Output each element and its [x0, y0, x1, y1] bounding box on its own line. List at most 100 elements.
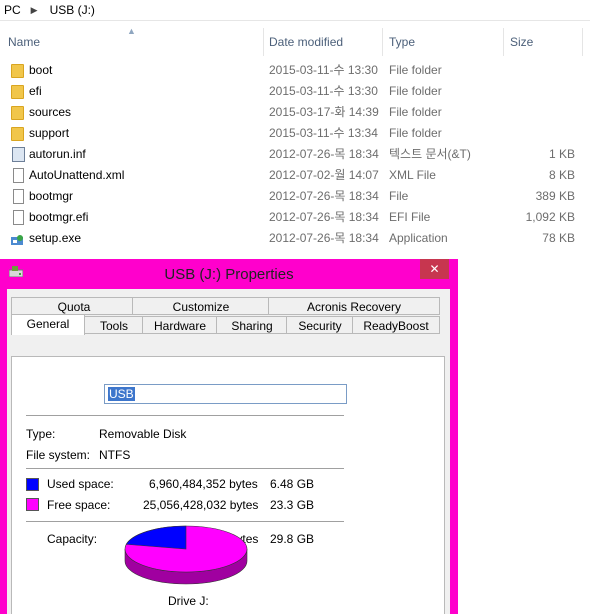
- file-type: Application: [389, 231, 448, 245]
- file-type: File folder: [389, 84, 442, 98]
- tab-acronis-recovery[interactable]: Acronis Recovery: [268, 297, 440, 315]
- breadcrumb-usb[interactable]: USB (J:): [50, 3, 95, 17]
- file-date-modified: 2012-07-02-월 14:07: [269, 168, 379, 182]
- used-space-swatch: [26, 478, 39, 491]
- folder-icon: [11, 127, 24, 141]
- file-type: File: [389, 189, 409, 203]
- file-system-label: File system:: [26, 448, 91, 462]
- breadcrumb: PC ▶ USB (J:): [0, 0, 590, 21]
- used-space-bytes: 6,960,484,352 bytes: [149, 477, 258, 491]
- file-icon: [13, 168, 24, 183]
- file-size: 78 KB: [542, 231, 575, 245]
- file-type: 텍스트 문서(&T): [389, 147, 471, 161]
- file-name: bootmgr.efi: [29, 210, 89, 224]
- file-system-value: NTFS: [99, 448, 131, 462]
- divider: [26, 415, 344, 416]
- tab-security[interactable]: Security: [286, 316, 354, 334]
- tab-general[interactable]: General: [11, 314, 85, 335]
- file-row[interactable]: boot 2015-03-11-수 13:30 File folder: [0, 60, 590, 81]
- file-date-modified: 2015-03-11-수 13:30: [269, 63, 378, 77]
- file-date-modified: 2015-03-11-수 13:30: [269, 84, 378, 98]
- column-divider[interactable]: [582, 28, 583, 56]
- file-name: AutoUnattend.xml: [29, 168, 125, 182]
- file-size: 1,092 KB: [525, 210, 575, 224]
- column-divider[interactable]: [263, 28, 264, 56]
- file-size: 389 KB: [535, 189, 575, 203]
- volume-name-text: USB: [108, 387, 135, 401]
- file-icon: [13, 210, 24, 225]
- disk-usage-pie-chart: [124, 525, 248, 585]
- free-space-swatch: [26, 498, 39, 511]
- tab-tools[interactable]: Tools: [84, 316, 144, 334]
- file-type: File folder: [389, 105, 442, 119]
- free-space-label: Free space:: [47, 498, 111, 512]
- divider: [26, 521, 344, 522]
- properties-dialog: USB (J:) Properties ✕ Quota Customize Ac…: [0, 259, 458, 614]
- folder-icon: [11, 106, 24, 120]
- breadcrumb-pc[interactable]: PC: [0, 3, 21, 17]
- column-divider[interactable]: [382, 28, 383, 56]
- file-row[interactable]: bootmgr.efi 2012-07-26-목 18:34 EFI File 1,0…: [0, 207, 590, 228]
- file-date-modified: 2012-07-26-목 18:34: [269, 210, 379, 224]
- file-name: sources: [29, 105, 72, 119]
- chevron-right-icon[interactable]: ▶: [21, 5, 50, 16]
- file-type: XML File: [389, 168, 436, 182]
- file-date-modified: 2012-07-26-목 18:34: [269, 147, 379, 161]
- file-size: 8 KB: [548, 168, 575, 182]
- type-label: Type:: [26, 427, 56, 441]
- free-space-bytes: 25,056,428,032 bytes: [143, 498, 259, 512]
- file-row[interactable]: support 2015-03-11-수 13:34 File folder: [0, 123, 590, 144]
- column-divider[interactable]: [503, 28, 504, 56]
- free-space-gb: 23.3 GB: [270, 498, 315, 512]
- file-type: EFI File: [389, 210, 431, 224]
- file-name: support: [29, 126, 70, 140]
- tab-hardware[interactable]: Hardware: [142, 316, 218, 334]
- file-type: File folder: [389, 126, 442, 140]
- file-row[interactable]: sources 2015-03-17-화 14:39 File folder: [0, 102, 590, 123]
- file-row[interactable]: AutoUnattend.xml 2012-07-02-월 14:07 XML Fi…: [0, 165, 590, 186]
- capacity-label: Capacity:: [47, 532, 98, 546]
- folder-icon: [11, 64, 24, 78]
- tab-readyboost[interactable]: ReadyBoost: [352, 316, 440, 334]
- used-space-gb: 6.48 GB: [270, 477, 315, 491]
- sort-up-icon: ▲: [127, 26, 136, 36]
- setup-exe-icon: [11, 232, 24, 245]
- tab-sharing[interactable]: Sharing: [216, 316, 288, 334]
- file-name: bootmgr: [29, 189, 74, 203]
- column-type[interactable]: Type: [389, 28, 415, 56]
- column-header: ▲ Name Date modified Type Size: [0, 26, 590, 56]
- column-date[interactable]: Date modified: [269, 28, 343, 56]
- close-button[interactable]: ✕: [420, 259, 449, 279]
- volume-name-input[interactable]: USB: [104, 384, 347, 404]
- inf-file-icon: [12, 147, 25, 162]
- file-name: boot: [29, 63, 53, 77]
- drive-label: Drive J:: [168, 594, 209, 608]
- type-value: Removable Disk: [99, 427, 187, 441]
- title-bar[interactable]: USB (J:) Properties ✕: [0, 259, 458, 288]
- used-space-label: Used space:: [47, 477, 114, 491]
- file-date-modified: 2012-07-26-목 18:34: [269, 189, 379, 203]
- file-name: setup.exe: [29, 231, 82, 245]
- file-date-modified: 2015-03-17-화 14:39: [269, 105, 379, 119]
- column-size[interactable]: Size: [510, 28, 533, 56]
- file-explorer: PC ▶ USB (J:) ▲ Name Date modified Type …: [0, 0, 590, 260]
- dialog-body: Quota Customize Acronis Recovery Tools H…: [7, 289, 450, 614]
- file-date-modified: 2012-07-26-목 18:34: [269, 231, 379, 245]
- file-type: File folder: [389, 63, 442, 77]
- file-row[interactable]: autorun.inf 2012-07-26-목 18:34 텍스트 문서(&T) 1…: [0, 144, 590, 165]
- divider: [26, 468, 344, 469]
- file-row[interactable]: bootmgr 2012-07-26-목 18:34 File 389 KB: [0, 186, 590, 207]
- file-date-modified: 2015-03-11-수 13:34: [269, 126, 378, 140]
- file-row[interactable]: efi 2015-03-11-수 13:30 File folder: [0, 81, 590, 102]
- file-name: efi: [29, 84, 42, 98]
- general-tab-panel: USB Type: Removable Disk File system: NT…: [11, 356, 445, 614]
- tab-quota[interactable]: Quota: [11, 297, 137, 315]
- folder-icon: [11, 85, 24, 99]
- file-row[interactable]: setup.exe 2012-07-26-목 18:34 Application 78…: [0, 228, 590, 249]
- column-name[interactable]: Name: [8, 28, 40, 56]
- dialog-title: USB (J:) Properties: [164, 266, 294, 283]
- file-name: autorun.inf: [29, 147, 86, 161]
- file-size: 1 KB: [548, 147, 575, 161]
- tab-customize[interactable]: Customize: [132, 297, 270, 315]
- file-icon: [13, 189, 24, 204]
